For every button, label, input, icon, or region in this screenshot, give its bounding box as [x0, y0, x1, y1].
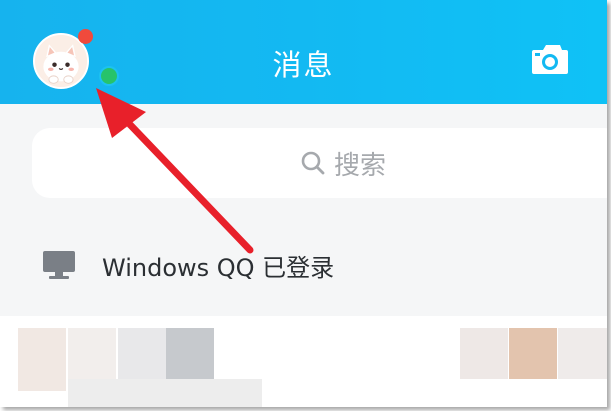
blurred-content [166, 328, 214, 379]
camera-icon [532, 45, 568, 74]
blurred-content [558, 328, 607, 379]
blurred-avatar [18, 328, 66, 391]
search-icon [301, 151, 325, 175]
search-input[interactable]: 搜索 [32, 128, 607, 198]
blurred-content [460, 328, 508, 379]
blurred-content [68, 379, 262, 407]
header-bar: 消息 [0, 0, 607, 104]
search-placeholder: 搜索 [334, 150, 387, 181]
app-frame: 消息 搜索 Windows QQ 已登录 [0, 0, 607, 407]
camera-button[interactable] [530, 42, 570, 76]
page-title: 消息 [272, 48, 335, 82]
blurred-content [509, 328, 557, 379]
windows-login-banner[interactable]: Windows QQ 已登录 [0, 228, 607, 300]
list-item[interactable] [0, 316, 607, 407]
login-status-text: Windows QQ 已登录 [102, 254, 335, 282]
monitor-icon [43, 251, 75, 279]
